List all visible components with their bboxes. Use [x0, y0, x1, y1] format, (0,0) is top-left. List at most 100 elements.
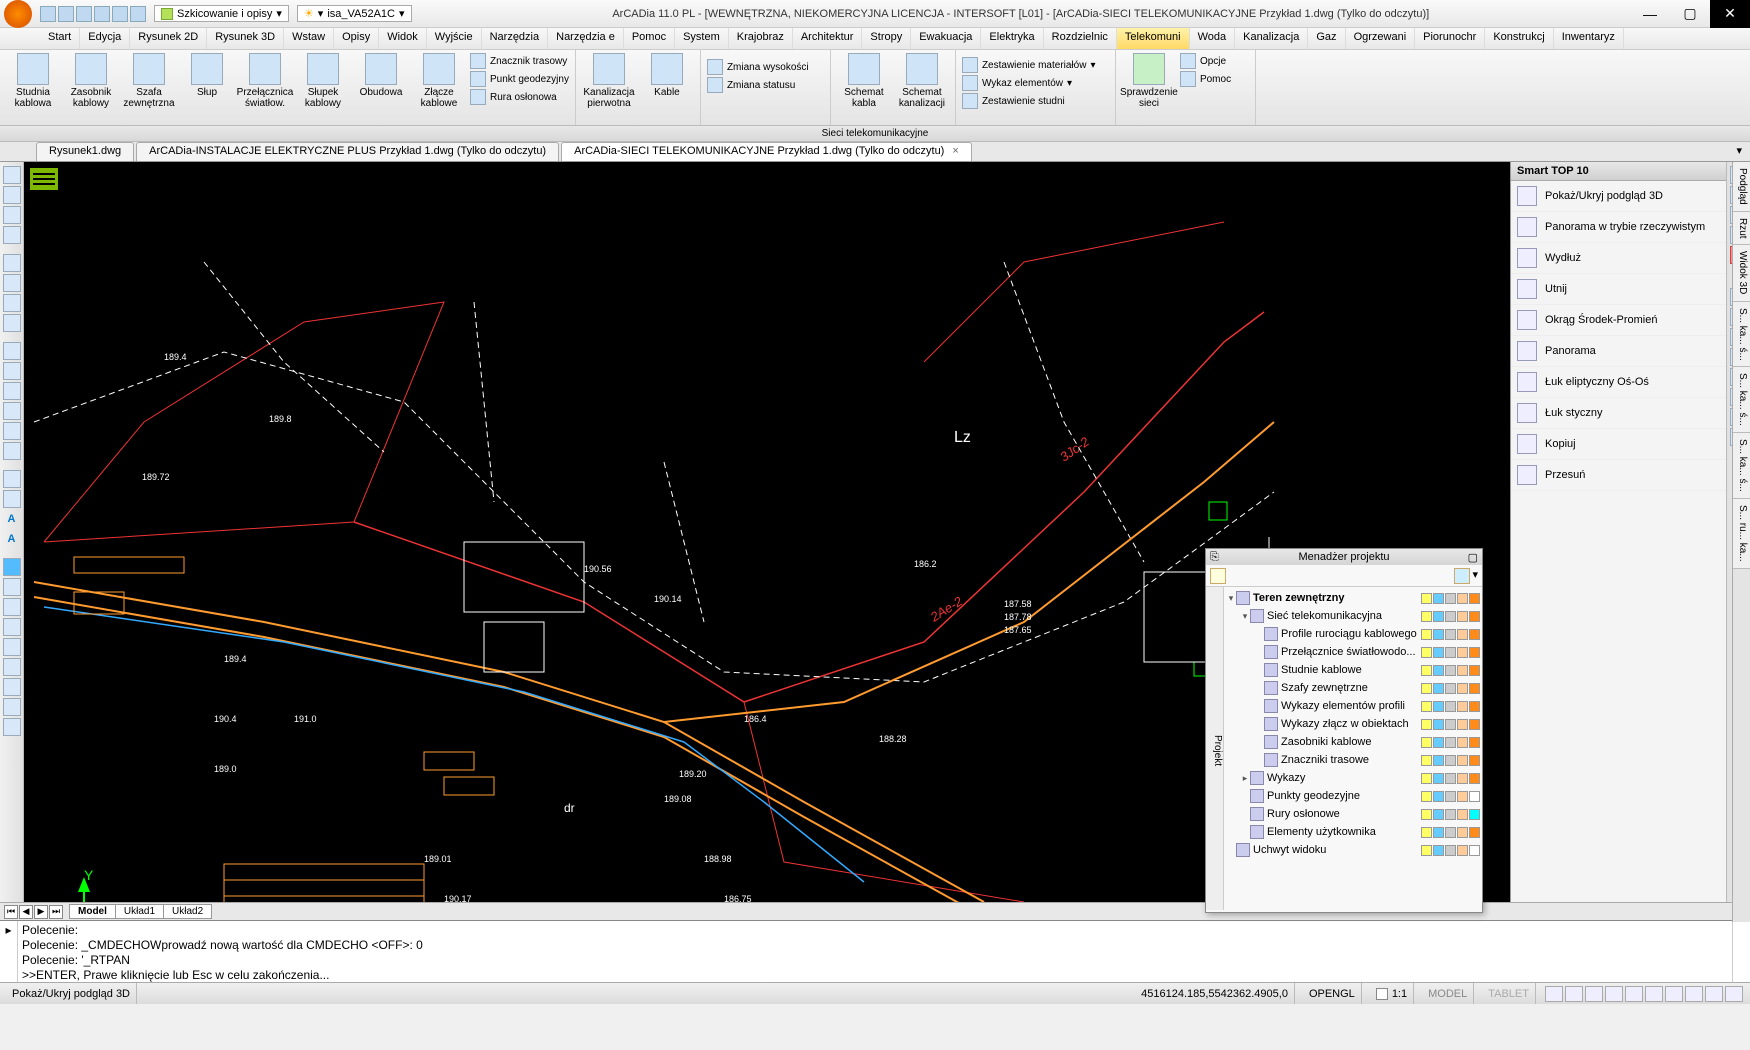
ribbon-studnia-kablowa[interactable]: Studnia kablowa: [6, 53, 60, 109]
qat-print-icon[interactable]: [94, 6, 110, 22]
tool-arc-icon[interactable]: [3, 206, 21, 224]
close-tab-icon[interactable]: ×: [952, 145, 958, 157]
ribbon-przelacznica[interactable]: Przełącznica światłow.: [238, 53, 292, 109]
menu-elektryka[interactable]: Elektryka: [981, 28, 1043, 49]
vtab-podglad[interactable]: Podgląd: [1733, 162, 1750, 212]
project-manager-panel[interactable]: ⎘ Menadżer projektu ▢ ▾ Projekt ▾Teren z…: [1205, 548, 1483, 913]
status-snap-icon[interactable]: [1545, 986, 1563, 1002]
pm-tree-row[interactable]: Rury osłonowe: [1226, 805, 1480, 823]
layout-tab-model[interactable]: Model: [69, 904, 116, 919]
smart-item-extend[interactable]: Wydłuż: [1511, 243, 1726, 274]
ribbon-pomoc[interactable]: Pomoc: [1180, 71, 1231, 87]
status-tablet[interactable]: TABLET: [1482, 983, 1536, 1004]
layout-next-icon[interactable]: ▶: [34, 905, 48, 919]
ribbon-zestawienie-studni[interactable]: Zestawienie studni: [962, 93, 1109, 109]
tool-polygon-icon[interactable]: [3, 362, 21, 380]
cmd-scrollbar[interactable]: [1732, 921, 1750, 982]
smart-item-3d[interactable]: Pokaż/Ukryj podgląd 3D: [1511, 181, 1726, 212]
qat-new-icon[interactable]: [40, 6, 56, 22]
menu-woda[interactable]: Woda: [1190, 28, 1236, 49]
pm-tree-row[interactable]: ▸Wykazy: [1226, 769, 1480, 787]
ribbon-punkt-geodezyjny[interactable]: Punkt geodezyjny: [470, 71, 569, 87]
menu-ewakuacja[interactable]: Ewakuacja: [911, 28, 981, 49]
menu-architektura[interactable]: Architektur: [793, 28, 863, 49]
menu-rysunek3d[interactable]: Rysunek 3D: [207, 28, 284, 49]
vtab-widok3d[interactable]: Widok 3D: [1733, 245, 1750, 301]
layout-first-icon[interactable]: ⏮: [4, 905, 18, 919]
ribbon-slupek-kablowy[interactable]: Słupek kablowy: [296, 53, 350, 109]
tool-dim-icon[interactable]: [3, 470, 21, 488]
menu-krajobraz[interactable]: Krajobraz: [729, 28, 793, 49]
file-tab-2[interactable]: ArCADia-INSTALACJE ELEKTRYCZNE PLUS Przy…: [136, 142, 559, 161]
qat-redo-icon[interactable]: [130, 6, 146, 22]
ribbon-zestawienie-materialow[interactable]: Zestawienie materiałów ▾: [962, 57, 1109, 73]
tool-curve-icon[interactable]: [3, 314, 21, 332]
menu-narzedzia[interactable]: Narzędzia: [482, 28, 549, 49]
menu-start[interactable]: Start: [40, 28, 80, 49]
ribbon-schemat-kabla[interactable]: Schemat kabla: [837, 53, 891, 109]
pm-tree-row[interactable]: Zasobniki kablowe: [1226, 733, 1480, 751]
ribbon-sprawdzenie-sieci[interactable]: Sprawdzenie sieci: [1122, 53, 1176, 109]
project-manager-tree[interactable]: ▾Teren zewnętrzny▾Sieć telekomunikacyjna…: [1224, 587, 1482, 910]
vtab-rzut[interactable]: Rzut: [1733, 212, 1750, 246]
tool-zoom-realtime-icon[interactable]: [3, 718, 21, 736]
smart-item-arc-tangent[interactable]: Łuk styczny: [1511, 398, 1726, 429]
tool-pan-icon[interactable]: [3, 578, 21, 596]
ribbon-zlacze-kablowe[interactable]: Złącze kablowe: [412, 53, 466, 109]
maximize-button[interactable]: ▢: [1670, 0, 1710, 28]
qat-save-icon[interactable]: [76, 6, 92, 22]
tool-line-icon[interactable]: [3, 166, 21, 184]
qat-style-combo[interactable]: ☀▾ isa_VA52A1C ▾: [297, 5, 412, 22]
menu-ogrzewanie[interactable]: Ogrzewani: [1346, 28, 1416, 49]
ribbon-kable[interactable]: Kable: [640, 53, 694, 98]
tool-attr-icon[interactable]: A: [3, 530, 21, 548]
tool-hatch-icon[interactable]: [3, 382, 21, 400]
tool-zoom-extents-icon[interactable]: [3, 658, 21, 676]
cmd-current[interactable]: >>ENTER, Prawe kliknięcie lub Esc w celu…: [22, 968, 1728, 983]
tool-text-icon[interactable]: [3, 490, 21, 508]
ribbon-slup[interactable]: Słup: [180, 53, 234, 98]
status-scale[interactable]: 1:1: [1370, 983, 1414, 1004]
pm-tree-row[interactable]: Znaczniki trasowe: [1226, 751, 1480, 769]
vtab-s-ka-c[interactable]: S... ka... ś...: [1733, 433, 1750, 499]
status-dyn-icon[interactable]: [1685, 986, 1703, 1002]
tool-arc2-icon[interactable]: [3, 294, 21, 312]
file-tab-dropdown[interactable]: ▾: [1728, 142, 1750, 161]
ribbon-rura-oslonowa[interactable]: Rura osłonowa: [470, 89, 569, 105]
ribbon-kanalizacja-pierwotna[interactable]: Kanalizacja pierwotna: [582, 53, 636, 109]
status-grid-icon[interactable]: [1565, 986, 1583, 1002]
menu-telekomunikacja[interactable]: Telekomuni: [1117, 28, 1190, 49]
pm-tree-row[interactable]: Punkty geodezyjne: [1226, 787, 1480, 805]
vtab-s-ka-a[interactable]: S... ka... ś...: [1733, 302, 1750, 368]
status-extra-icon[interactable]: [1725, 986, 1743, 1002]
layout-tab-uklad1[interactable]: Układ1: [115, 904, 164, 919]
smart-item-move[interactable]: Przesuń: [1511, 460, 1726, 491]
ribbon-zmiana-wysokosci[interactable]: Zmiana wysokości: [707, 59, 824, 75]
layout-tab-uklad2[interactable]: Układ2: [163, 904, 212, 919]
menu-opisy[interactable]: Opisy: [334, 28, 379, 49]
menu-inwentaryzacja[interactable]: Inwentaryz: [1554, 28, 1624, 49]
minimize-button[interactable]: —: [1630, 0, 1670, 28]
layout-last-icon[interactable]: ⏭: [49, 905, 63, 919]
tool-zoom-window-icon[interactable]: [3, 638, 21, 656]
smart-item-pan-real[interactable]: Panorama w trybie rzeczywistym: [1511, 212, 1726, 243]
menu-pomoc[interactable]: Pomoc: [624, 28, 675, 49]
status-polar-icon[interactable]: [1605, 986, 1623, 1002]
tool-zoom-prev-icon[interactable]: [3, 678, 21, 696]
tool-zoom-all-icon[interactable]: [3, 698, 21, 716]
tool-mtext-icon[interactable]: A: [3, 510, 21, 528]
smart-item-trim[interactable]: Utnij: [1511, 274, 1726, 305]
pm-filter-icon[interactable]: [1454, 568, 1470, 584]
tool-zoom-out-icon[interactable]: [3, 618, 21, 636]
ribbon-zmiana-statusu[interactable]: Zmiana statusu: [707, 77, 824, 93]
qat-open-icon[interactable]: [58, 6, 74, 22]
pm-tree-row[interactable]: Wykazy elementów profili: [1226, 697, 1480, 715]
pm-new-icon[interactable]: [1210, 568, 1226, 584]
app-logo[interactable]: [4, 0, 32, 28]
pm-tree-row[interactable]: ▾Teren zewnętrzny: [1226, 589, 1480, 607]
menu-rysunek2d[interactable]: Rysunek 2D: [130, 28, 207, 49]
status-osnap-icon[interactable]: [1625, 986, 1643, 1002]
menu-wstaw[interactable]: Wstaw: [284, 28, 334, 49]
status-cycle-icon[interactable]: [1705, 986, 1723, 1002]
status-lwt-icon[interactable]: [1665, 986, 1683, 1002]
